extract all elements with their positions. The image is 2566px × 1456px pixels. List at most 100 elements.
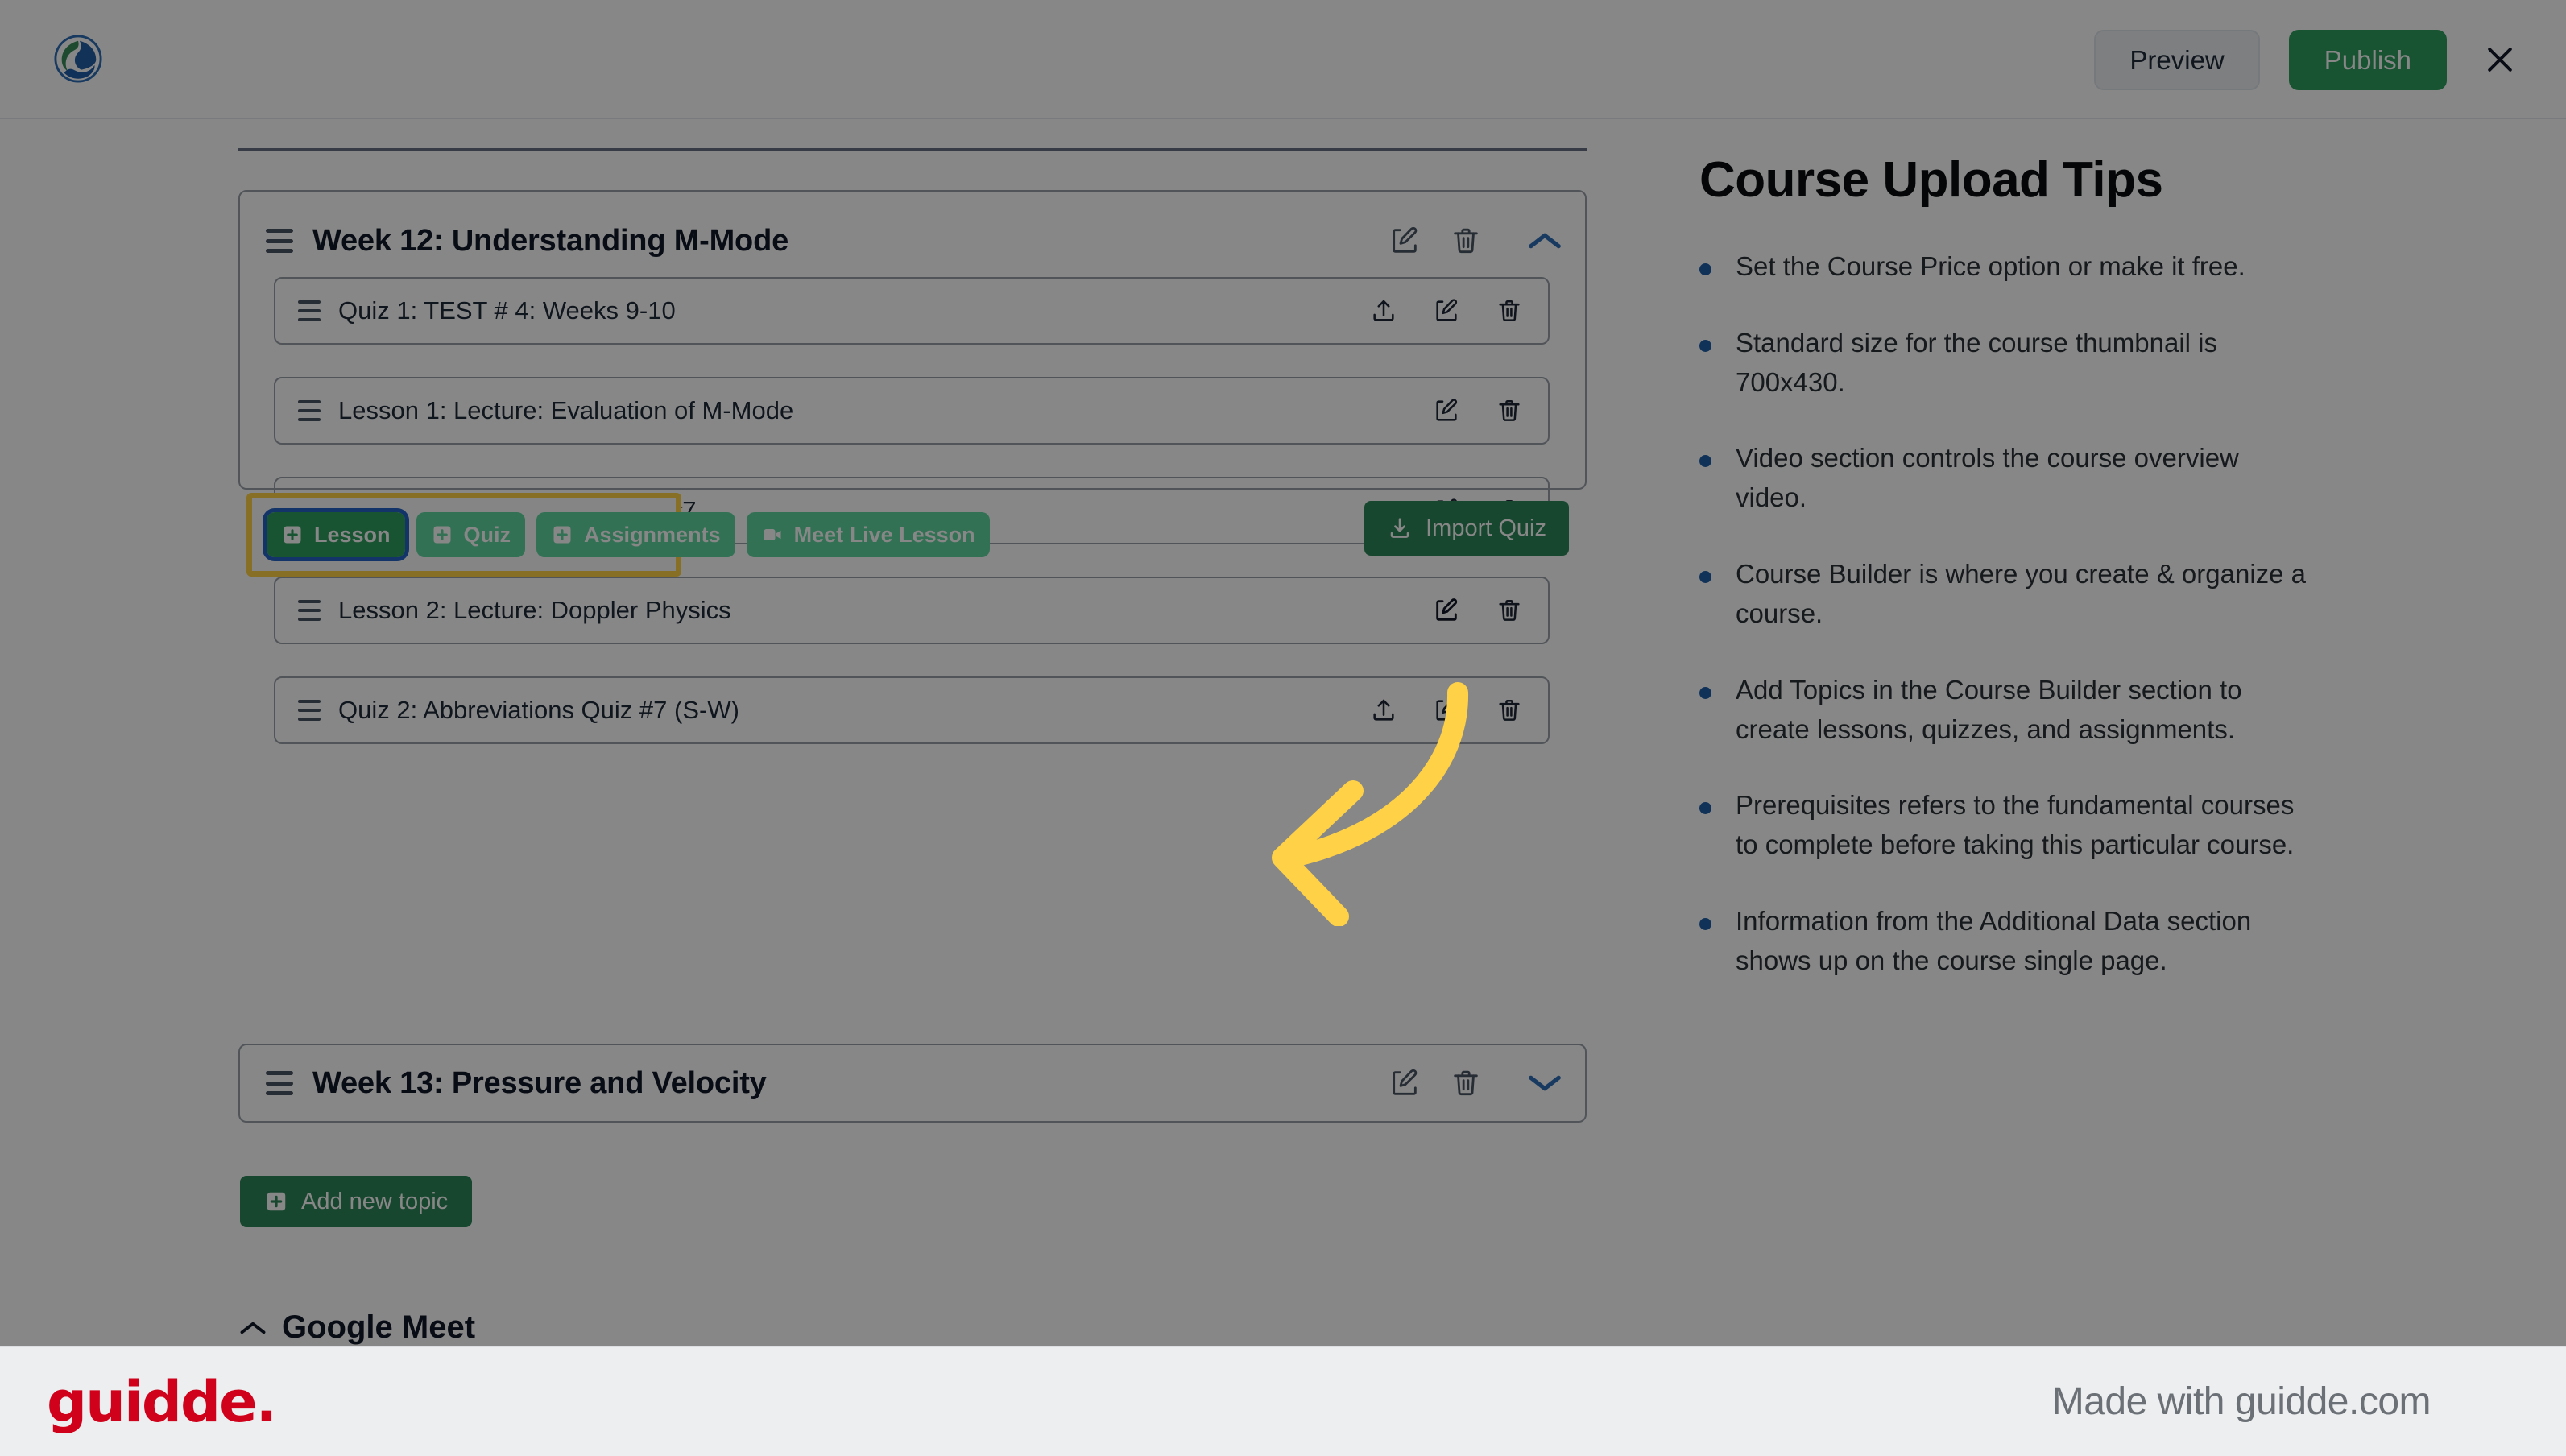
drag-handle-icon[interactable] [298, 600, 321, 621]
tips-list: Set the Course Price option or make it f… [1699, 247, 2344, 981]
screenshot-root: Preview Publish Week 12: Understanding M… [0, 0, 2566, 1456]
list-item[interactable]: Quiz 2: Abbreviations Quiz #7 (S-W) [274, 676, 1550, 744]
bullet-icon [1699, 802, 1711, 815]
add-content-strip: Lesson Quiz Assignments Meet Live Lesson… [238, 491, 1587, 580]
list-item[interactable]: Lesson 2: Lecture: Doppler Physics [274, 577, 1550, 644]
edit-topic-button[interactable] [1385, 221, 1424, 260]
tip-list-item: Standard size for the course thumbnail i… [1699, 324, 2344, 403]
list-item[interactable]: Quiz 1: TEST # 4: Weeks 9-10 [274, 277, 1550, 345]
upload-quiz-button[interactable] [1364, 691, 1403, 730]
edit-icon [1436, 399, 1458, 421]
made-with-guidde-label: Made with guidde.com [2051, 1380, 2431, 1423]
edit-icon [1436, 598, 1458, 621]
delete-item-button[interactable] [1490, 292, 1529, 330]
tips-panel-title: Course Upload Tips [1699, 152, 2163, 208]
delete-item-button[interactable] [1490, 691, 1529, 730]
upload-quiz-button[interactable] [1364, 292, 1403, 330]
add-lesson-label: Lesson [314, 522, 391, 547]
add-new-topic-label: Add new topic [301, 1188, 449, 1214]
guidde-logo: guidde. [47, 1368, 277, 1435]
edit-icon [1436, 698, 1458, 721]
tip-list-item: Set the Course Price option or make it f… [1699, 247, 2344, 287]
upload-icon [1373, 699, 1394, 721]
edit-item-button[interactable] [1427, 292, 1466, 330]
bullet-icon [1699, 263, 1711, 275]
drag-handle-icon[interactable] [266, 229, 293, 253]
topic-title: Week 13: Pressure and Velocity [312, 1065, 767, 1100]
edit-topic-button[interactable] [1385, 1064, 1424, 1102]
tip-text: Video section controls the course overvi… [1736, 443, 2239, 513]
tip-list-item: Course Builder is where you create & org… [1699, 555, 2344, 634]
google-meet-section-header[interactable]: Google Meet [238, 1309, 475, 1346]
delete-item-button[interactable] [1490, 391, 1529, 430]
trash-icon [1454, 1070, 1478, 1096]
topic-actions [1385, 221, 1564, 260]
expand-topic-button[interactable] [1525, 1064, 1564, 1102]
edit-item-button[interactable] [1427, 591, 1466, 630]
collapse-topic-button[interactable] [1525, 221, 1564, 260]
tip-text: Add Topics in the Course Builder section… [1736, 674, 2242, 744]
bullet-icon [1699, 686, 1711, 699]
meet-live-lesson-button[interactable]: Meet Live Lesson [746, 512, 990, 557]
upload-icon [1373, 300, 1394, 321]
add-lesson-button[interactable]: Lesson [263, 508, 409, 561]
list-item-label: Quiz 2: Abbreviations Quiz #7 (S-W) [338, 696, 739, 724]
list-item-label: Lesson 1: Lecture: Evaluation of M-Mode [338, 396, 794, 424]
video-camera-icon [761, 523, 784, 546]
plus-square-icon [281, 523, 304, 546]
google-meet-title: Google Meet [282, 1309, 476, 1345]
topic-header-week-12[interactable]: Week 12: Understanding M-Mode [240, 192, 1585, 290]
delete-topic-button[interactable] [1446, 1064, 1485, 1102]
list-item-actions [1427, 591, 1529, 630]
bullet-icon [1699, 455, 1711, 468]
section-divider-top [238, 148, 1587, 151]
close-button[interactable] [2476, 35, 2524, 84]
plus-square-icon [551, 523, 573, 546]
list-item-actions [1364, 691, 1529, 730]
edit-icon [1393, 226, 1418, 253]
course-builder-app: Preview Publish Week 12: Understanding M… [0, 0, 2566, 1346]
drag-handle-icon[interactable] [298, 400, 321, 421]
drag-handle-icon[interactable] [266, 1071, 293, 1095]
preview-button[interactable]: Preview [2094, 29, 2260, 90]
tip-list-item: Video section controls the course overvi… [1699, 439, 2344, 518]
guidde-footer: guidde. Made with guidde.com [0, 1346, 2566, 1456]
content-area: Week 12: Understanding M-Mode Quiz 1: TE… [0, 119, 2566, 1346]
tip-text: Information from the Additional Data sec… [1736, 906, 2252, 975]
course-upload-tips-panel: Course Upload Tips Set the Course Price … [1699, 151, 2344, 1018]
add-quiz-label: Quiz [463, 522, 511, 547]
import-quiz-button[interactable]: Import Quiz [1364, 501, 1569, 556]
tip-list-item: Add Topics in the Course Builder section… [1699, 671, 2344, 750]
edit-item-button[interactable] [1427, 391, 1466, 430]
list-item[interactable]: Lesson 1: Lecture: Evaluation of M-Mode [274, 377, 1550, 445]
drag-handle-icon[interactable] [298, 700, 321, 721]
close-icon [2488, 48, 2512, 72]
trash-icon [1499, 300, 1520, 321]
plus-square-icon [431, 523, 453, 546]
edit-item-button[interactable] [1427, 691, 1466, 730]
trash-icon [1454, 228, 1478, 254]
topic-title: Week 12: Understanding M-Mode [312, 223, 789, 258]
meet-live-lesson-label: Meet Live Lesson [793, 522, 975, 547]
plus-square-icon [267, 1192, 286, 1211]
delete-topic-button[interactable] [1446, 221, 1485, 260]
top-bar: Preview Publish [0, 0, 2566, 119]
tip-text: Set the Course Price option or make it f… [1736, 251, 2245, 281]
publish-button[interactable]: Publish [2288, 29, 2447, 90]
highlight-callout-box: Lesson Quiz Assignments Meet Live Lesson [246, 493, 990, 577]
drag-handle-icon[interactable] [298, 300, 321, 321]
list-item-actions [1364, 292, 1529, 330]
add-assignments-button[interactable]: Assignments [536, 512, 735, 557]
add-quiz-button[interactable]: Quiz [416, 512, 526, 557]
tip-text: Course Builder is where you create & org… [1736, 559, 2307, 628]
bullet-icon [1699, 571, 1711, 584]
tip-text: Standard size for the course thumbnail i… [1736, 327, 2217, 397]
top-bar-actions: Preview Publish [2094, 0, 2524, 119]
trash-icon [1499, 599, 1520, 621]
topic-card-week-13[interactable]: Week 13: Pressure and Velocity [238, 1044, 1587, 1123]
tip-list-item: Information from the Additional Data sec… [1699, 902, 2344, 981]
chevron-up-icon [1529, 233, 1561, 249]
delete-item-button[interactable] [1490, 591, 1529, 630]
app-logo-icon[interactable] [53, 34, 103, 84]
add-new-topic-button[interactable]: Add new topic [240, 1176, 473, 1227]
